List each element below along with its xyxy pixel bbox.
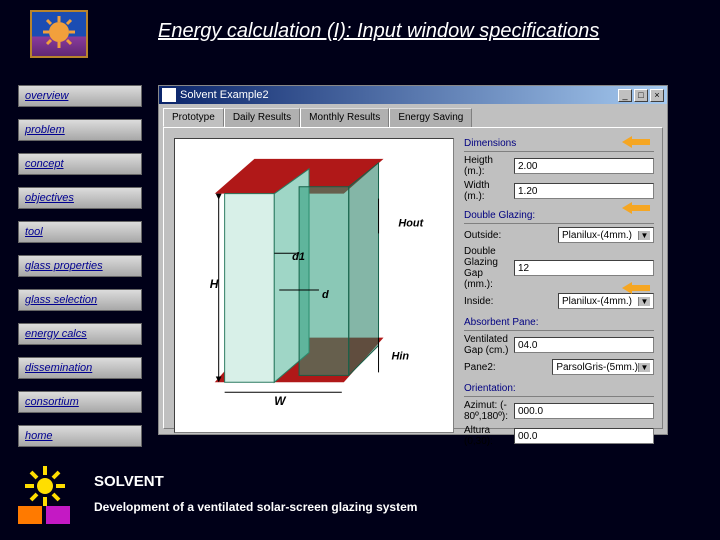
nav-consortium[interactable]: consortium bbox=[18, 391, 142, 413]
nav-energy-calcs[interactable]: energy calcs bbox=[18, 323, 142, 345]
footer-title: SOLVENT bbox=[94, 473, 417, 490]
nav-dissemination[interactable]: dissemination bbox=[18, 357, 142, 379]
footer-subtitle: Development of a ventilated solar-screen… bbox=[94, 500, 417, 514]
tab-daily-results[interactable]: Daily Results bbox=[224, 108, 300, 127]
page-title-row: Energy calculation (I): Input window spe… bbox=[158, 20, 690, 45]
tab-monthly-results[interactable]: Monthly Results bbox=[300, 108, 389, 127]
tab-prototype[interactable]: Prototype bbox=[163, 108, 224, 127]
tab-energy-saving[interactable]: Energy Saving bbox=[389, 108, 472, 127]
vent-gap-label: Ventilated Gap (cm.) bbox=[464, 334, 510, 356]
nav-glass-properties[interactable]: glass properties bbox=[18, 255, 142, 277]
tab-strip: Prototype Daily Results Monthly Results … bbox=[159, 104, 667, 127]
sun-logo-icon bbox=[12, 460, 78, 526]
svg-text:H: H bbox=[210, 277, 219, 291]
sidebar-nav: overview problem concept objectives tool… bbox=[18, 85, 142, 447]
pane2-label: Pane2: bbox=[464, 362, 548, 373]
width-label: Width (m.): bbox=[464, 180, 510, 202]
chevron-down-icon: ▼ bbox=[638, 363, 650, 372]
callout-arrow-icon bbox=[622, 134, 650, 150]
inside-label: Inside: bbox=[464, 296, 554, 307]
gap-field[interactable] bbox=[514, 260, 654, 276]
titlebar: ◧ Solvent Example2 _ □ × bbox=[159, 86, 667, 104]
group-absorbent: Absorbent Pane: bbox=[464, 315, 654, 331]
nav-problem[interactable]: problem bbox=[18, 119, 142, 141]
chevron-down-icon: ▼ bbox=[638, 231, 650, 240]
svg-text:W: W bbox=[274, 394, 287, 408]
chevron-down-icon: ▼ bbox=[638, 297, 650, 306]
minimize-button[interactable]: _ bbox=[618, 89, 632, 102]
maximize-button[interactable]: □ bbox=[634, 89, 648, 102]
nav-overview[interactable]: overview bbox=[18, 85, 142, 107]
azimut-label: Azimut: (- 80º,180º): bbox=[464, 400, 510, 422]
callout-arrow-icon bbox=[622, 280, 650, 296]
app-window: ◧ Solvent Example2 _ □ × Prototype Daily… bbox=[158, 85, 668, 435]
nav-concept[interactable]: concept bbox=[18, 153, 142, 175]
group-orientation: Orientation: bbox=[464, 381, 654, 397]
outside-select[interactable]: Planilux-(4mm.)▼ bbox=[558, 227, 654, 243]
callout-arrow-icon bbox=[622, 200, 650, 216]
app-icon: ◧ bbox=[162, 88, 176, 102]
brand-logo bbox=[30, 10, 88, 58]
width-field[interactable] bbox=[514, 183, 654, 199]
svg-text:d: d bbox=[322, 289, 329, 301]
close-button[interactable]: × bbox=[650, 89, 664, 102]
page-title: Energy calculation (I): Input window spe… bbox=[158, 20, 690, 45]
pane2-select[interactable]: ParsolGris-(5mm.)▼ bbox=[552, 359, 654, 375]
vent-gap-field[interactable] bbox=[514, 337, 654, 353]
altura-field[interactable] bbox=[514, 428, 654, 444]
height-label: Heigth (m.): bbox=[464, 155, 510, 177]
tab-panel: H W d d1 Hout Hin Dimensions Heigth (m.)… bbox=[163, 127, 663, 429]
outside-label: Outside: bbox=[464, 230, 554, 241]
window-title: Solvent Example2 bbox=[180, 89, 269, 101]
nav-home[interactable]: home bbox=[18, 425, 142, 447]
height-field[interactable] bbox=[514, 158, 654, 174]
svg-text:Hin: Hin bbox=[391, 350, 409, 362]
svg-text:Hout: Hout bbox=[398, 217, 423, 229]
gap-label: Double Glazing Gap (mm.): bbox=[464, 246, 510, 290]
nav-objectives[interactable]: objectives bbox=[18, 187, 142, 209]
footer: SOLVENT Development of a ventilated sola… bbox=[12, 456, 700, 530]
altura-label: Altura (0,30): bbox=[464, 425, 510, 447]
prototype-3d-view: H W d d1 Hout Hin bbox=[174, 138, 454, 433]
nav-tool[interactable]: tool bbox=[18, 221, 142, 243]
azimut-field[interactable] bbox=[514, 403, 654, 419]
nav-glass-selection[interactable]: glass selection bbox=[18, 289, 142, 311]
